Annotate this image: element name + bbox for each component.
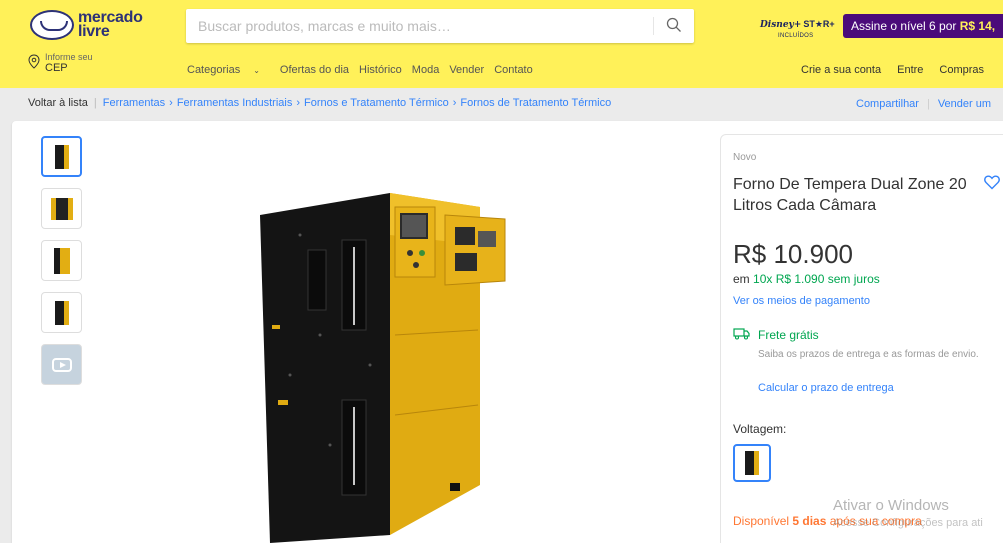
header: mercado livre Disney+ST★R+ INCLUÍDOS Ass… bbox=[0, 0, 1003, 88]
oven-angle-thumb-image bbox=[54, 300, 69, 325]
windows-activation-watermark: Ativar o Windows bbox=[833, 497, 949, 514]
cep-label: CEP bbox=[45, 62, 68, 74]
voltage-label: Voltagem: bbox=[733, 422, 787, 436]
installments: em 10x R$ 1.090 sem juros bbox=[733, 272, 880, 286]
payment-methods-link[interactable]: Ver os meios de pagamento bbox=[733, 295, 870, 307]
breadcrumb-item-industriais[interactable]: Ferramentas Industriais bbox=[177, 97, 293, 109]
nav-categorias[interactable]: Categorias ⌄ bbox=[187, 64, 270, 76]
disney-plus-logo: Disney+ bbox=[760, 20, 802, 30]
heart-icon[interactable] bbox=[983, 173, 1001, 191]
voltage-option[interactable] bbox=[733, 444, 771, 482]
divider: | bbox=[926, 98, 930, 110]
disney-star-badge[interactable]: Disney+ ST★R+ INCLUÍDOS bbox=[760, 14, 840, 40]
play-video-icon bbox=[51, 357, 72, 372]
nav-contato[interactable]: Contato bbox=[494, 64, 533, 76]
search-icon[interactable] bbox=[666, 17, 682, 33]
thumbnail-1[interactable] bbox=[41, 136, 82, 177]
search-box bbox=[186, 9, 694, 43]
nav-ofertas[interactable]: Ofertas do dia bbox=[280, 64, 349, 76]
condition-label: Novo bbox=[733, 152, 757, 163]
logo-text-line2: livre bbox=[78, 23, 110, 40]
free-shipping-label: Frete grátis bbox=[758, 328, 819, 342]
thumbnail-gallery bbox=[41, 136, 82, 396]
back-to-list-link[interactable]: Voltar à lista bbox=[28, 97, 88, 109]
shipping-description: Saiba os prazos de entrega e as formas d… bbox=[758, 349, 979, 360]
star-plus-logo: ST★R+ bbox=[803, 19, 835, 29]
sell-one-link[interactable]: Vender um bbox=[938, 98, 991, 110]
calculate-delivery-link[interactable]: Calcular o prazo de entrega bbox=[758, 382, 894, 394]
account-nav: Crie a sua conta Entre Compras bbox=[801, 64, 1000, 76]
promo-price: R$ 14, bbox=[959, 19, 996, 33]
included-label: INCLUÍDOS bbox=[778, 33, 814, 39]
oven-front-thumb-image bbox=[54, 144, 69, 169]
cep-selector[interactable]: Informe seu CEP bbox=[28, 52, 93, 74]
mercado-livre-logo[interactable]: mercado livre bbox=[30, 10, 143, 40]
installments-value: 10x R$ 1.090 sem juros bbox=[753, 272, 880, 286]
search-divider bbox=[653, 17, 654, 35]
thumbnail-2[interactable] bbox=[41, 188, 82, 229]
installments-prefix: em bbox=[733, 272, 750, 286]
product-main-image[interactable] bbox=[250, 185, 530, 543]
chevron-down-icon: ⌄ bbox=[253, 66, 260, 75]
chevron-right-icon: › bbox=[452, 97, 457, 109]
windows-activation-subtext: Acesse Configurações para ati bbox=[833, 517, 983, 529]
search-input[interactable] bbox=[186, 9, 646, 43]
nav-historico[interactable]: Histórico bbox=[359, 64, 402, 76]
purchases-link[interactable]: Compras bbox=[939, 64, 984, 76]
cep-hint: Informe seu bbox=[45, 52, 93, 62]
product-title: Forno De Tempera Dual Zone 20 Litros Cad… bbox=[733, 176, 967, 214]
chevron-right-icon: › bbox=[296, 97, 301, 109]
breadcrumb: Voltar à lista | Ferramentas › Ferramentas I… bbox=[28, 97, 611, 109]
availability-days: 5 dias bbox=[792, 514, 827, 528]
login-link[interactable]: Entre bbox=[897, 64, 923, 76]
breadcrumb-item-fornos[interactable]: Fornos e Tratamento Térmico bbox=[304, 97, 449, 109]
oven-open-thumb-image bbox=[50, 197, 73, 220]
oven-side-thumb-image bbox=[53, 247, 70, 274]
voltage-option-image bbox=[745, 451, 759, 475]
thumbnail-4[interactable] bbox=[41, 292, 82, 333]
product-price: R$ 10.900 bbox=[733, 239, 853, 269]
thumbnail-3[interactable] bbox=[41, 240, 82, 281]
create-account-link[interactable]: Crie a sua conta bbox=[801, 64, 881, 76]
share-actions: Compartilhar | Vender um bbox=[856, 98, 991, 110]
location-pin-icon bbox=[28, 54, 40, 69]
breadcrumb-divider: | bbox=[93, 97, 97, 109]
nav-vender[interactable]: Vender bbox=[449, 64, 484, 76]
truck-icon bbox=[733, 328, 750, 340]
share-link[interactable]: Compartilhar bbox=[856, 98, 919, 110]
video-thumbnail[interactable] bbox=[41, 344, 82, 385]
availability-prefix: Disponível bbox=[733, 514, 790, 528]
nav-moda[interactable]: Moda bbox=[412, 64, 440, 76]
handshake-logo-icon bbox=[30, 10, 74, 40]
chevron-right-icon: › bbox=[169, 97, 173, 109]
breadcrumb-item-fornos-tratamento[interactable]: Fornos de Tratamento Térmico bbox=[460, 97, 611, 109]
breadcrumb-item-ferramentas[interactable]: Ferramentas bbox=[103, 97, 165, 109]
subscription-promo-button[interactable]: Assine o nível 6 por R$ 14, bbox=[843, 14, 1003, 38]
promo-text: Assine o nível 6 por bbox=[851, 19, 957, 33]
main-nav: Categorias ⌄ Ofertas do dia Histórico Mod… bbox=[187, 64, 543, 76]
